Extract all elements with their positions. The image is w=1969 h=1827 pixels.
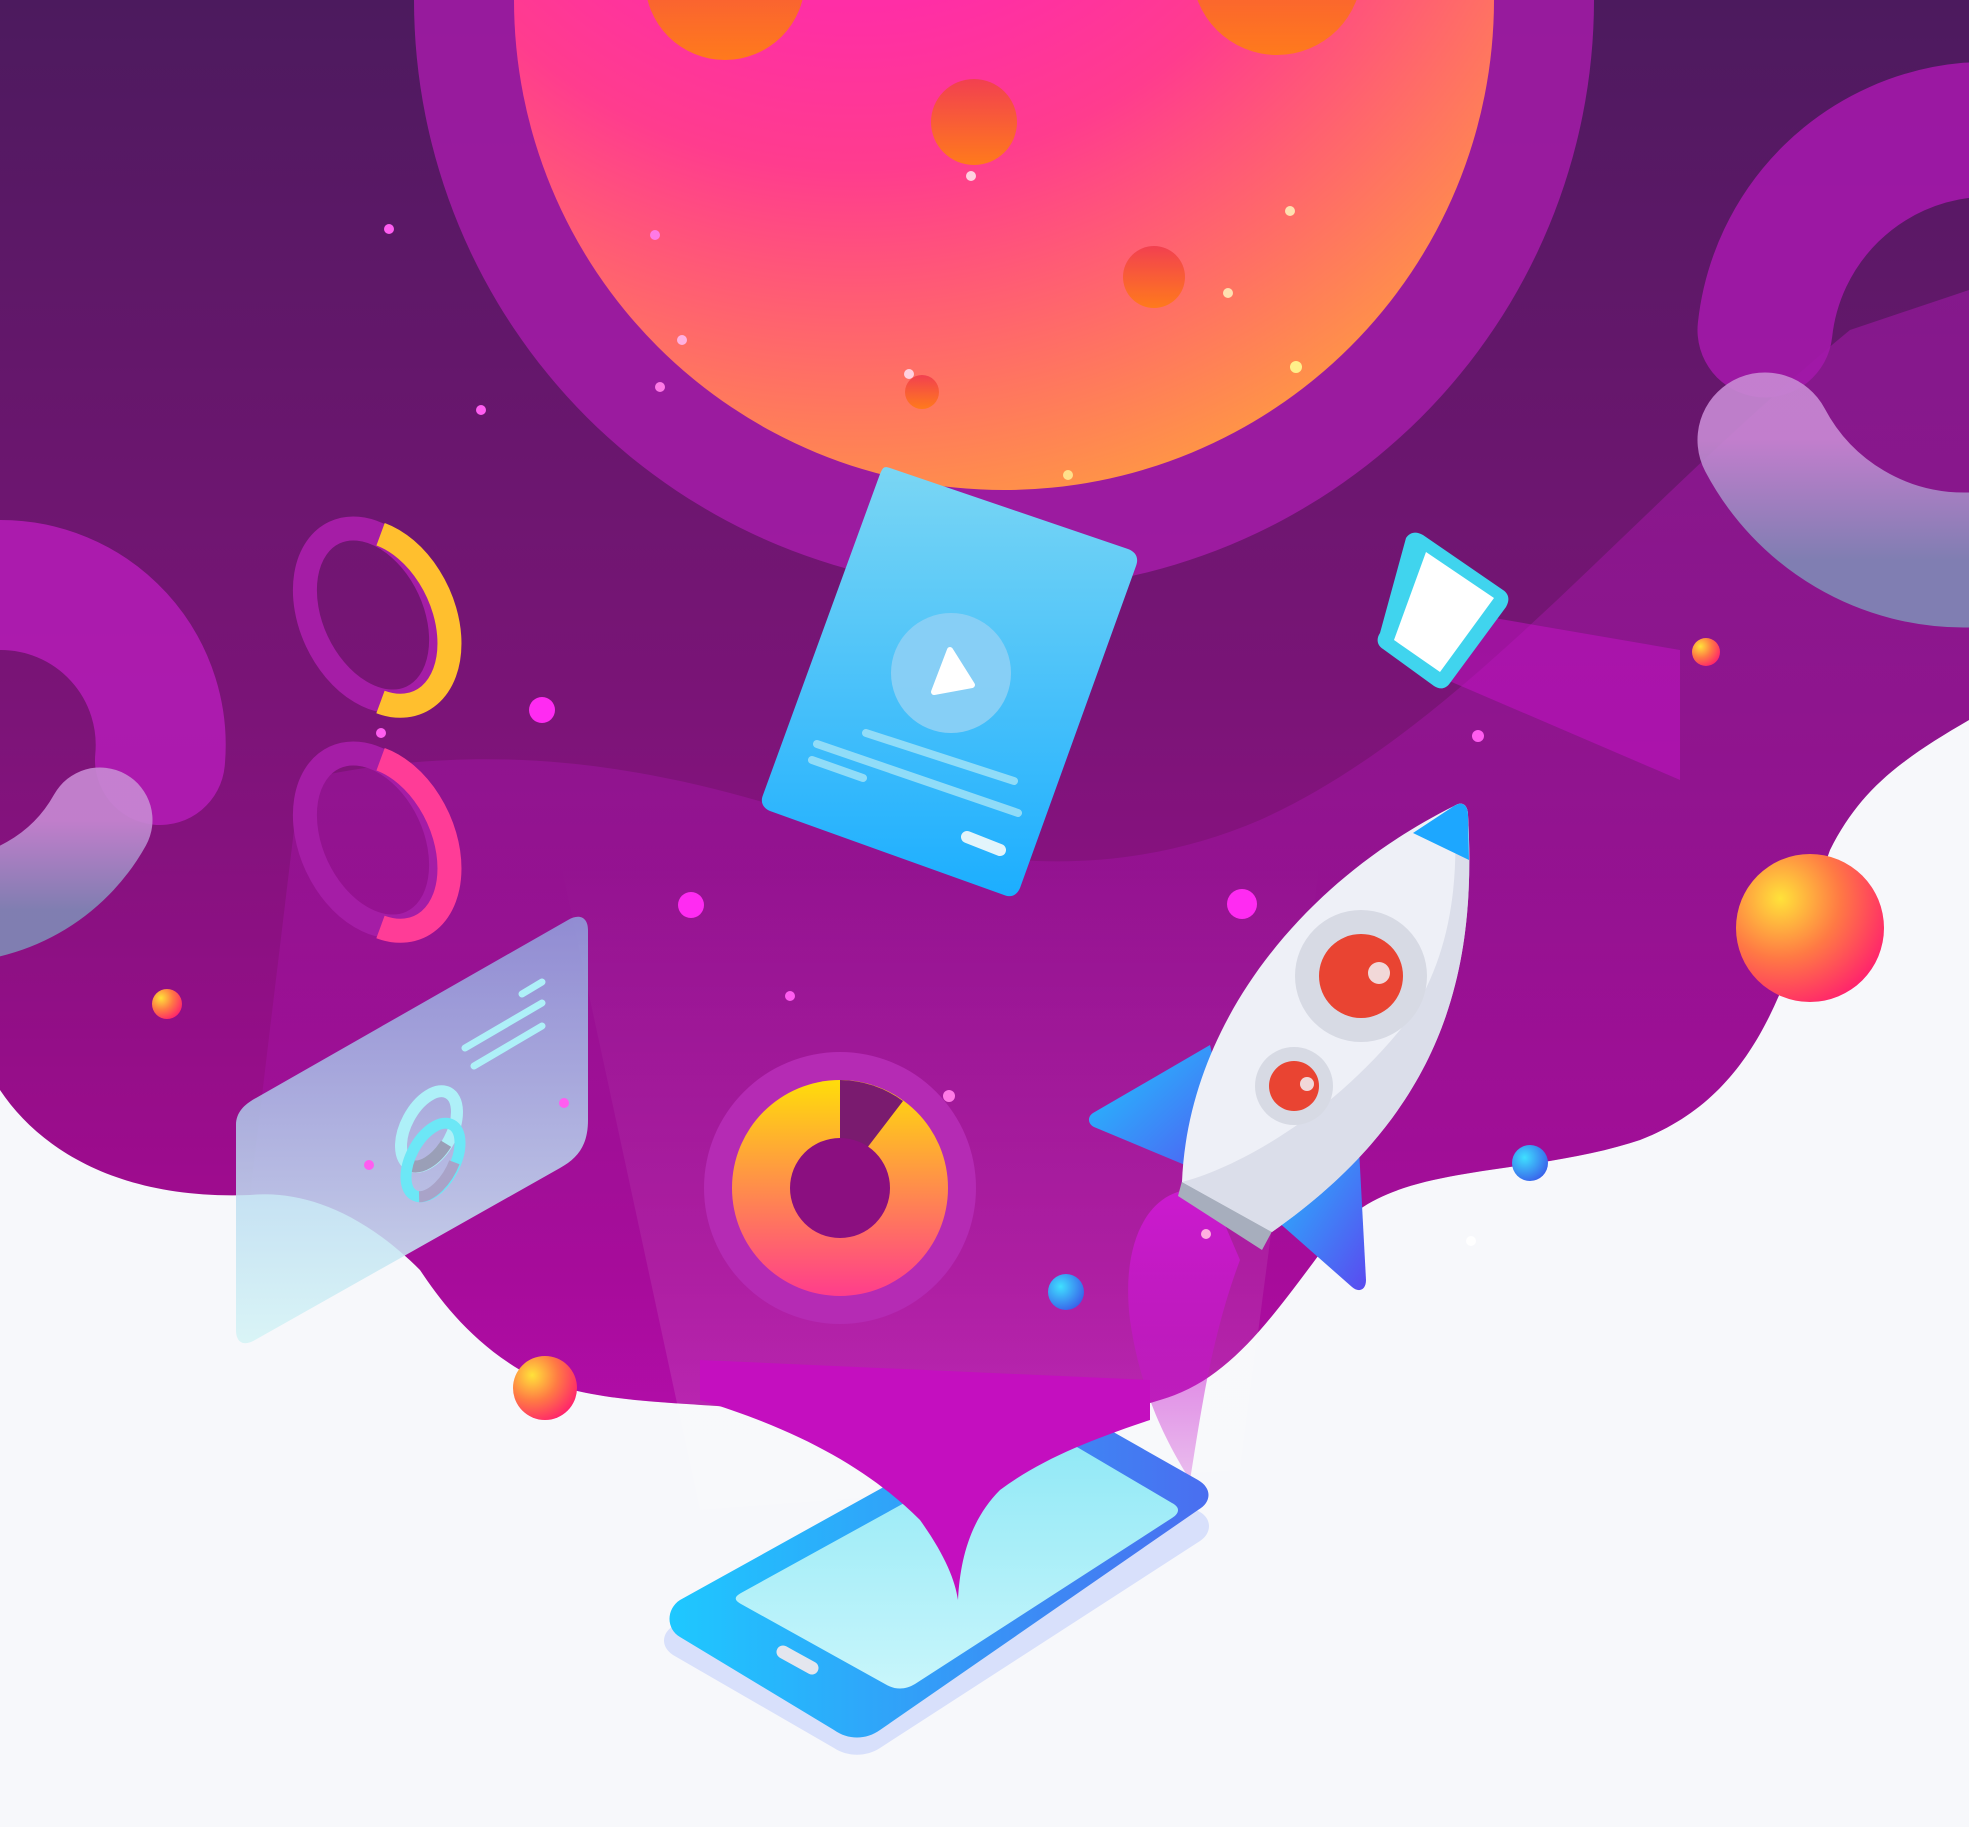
orb-icon <box>1048 1274 1084 1310</box>
orb-icon <box>1692 638 1720 666</box>
orb-icon <box>1512 1145 1548 1181</box>
orb-icon <box>1736 854 1884 1002</box>
rocket-window-glint <box>1368 962 1390 984</box>
app-launch-illustration <box>0 0 1969 1827</box>
orb-icon <box>513 1356 577 1420</box>
donut-chart-icon <box>704 1052 976 1324</box>
rocket-window <box>1319 934 1403 1018</box>
planet-crater <box>1123 246 1185 308</box>
orb-icon <box>152 989 182 1019</box>
planet-crater <box>931 79 1017 165</box>
rocket-window-glint <box>1300 1077 1314 1091</box>
planet-crater <box>905 375 939 409</box>
